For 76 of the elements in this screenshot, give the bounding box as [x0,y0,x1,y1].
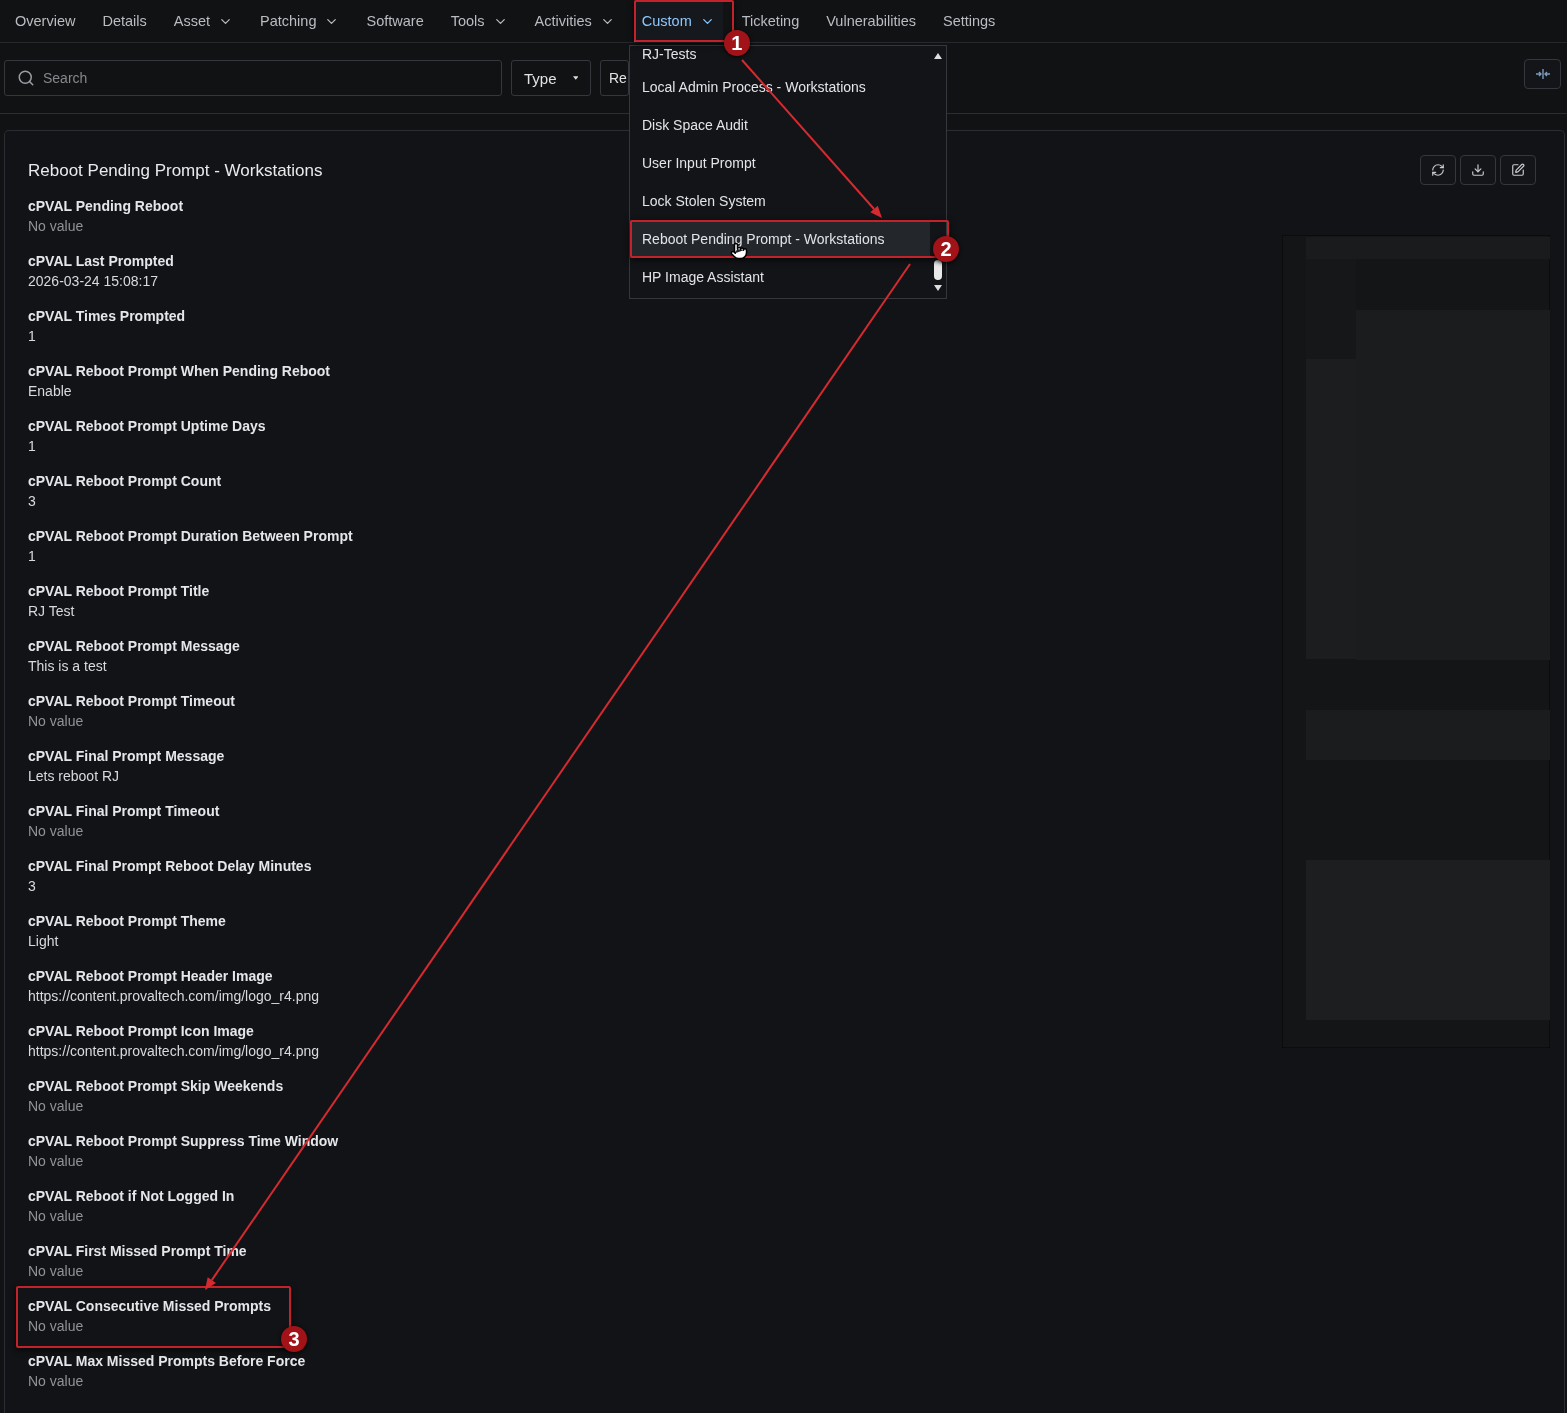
nav-tab[interactable]: Activities [526,0,623,42]
menu-item[interactable]: Lock Stolen System [642,193,766,209]
field-value: No value [28,217,85,236]
menu-item[interactable]: Disk Space Audit [642,117,748,133]
search-icon [17,69,35,87]
field-value: 1 [28,547,37,566]
field-label: cPVAL Reboot Prompt Skip Weekends [28,1077,284,1096]
scroll-thumb[interactable] [934,260,942,280]
field-label: cPVAL Reboot Prompt Duration Between Prompt [28,527,353,546]
menu-item[interactable]: RJ-Tests [642,46,697,62]
type-dropdown[interactable]: Type [511,60,591,96]
field-value: No value [28,822,85,841]
field-label: cPVAL Final Prompt Message [28,747,225,766]
field-value: Lets reboot RJ [28,767,121,786]
field-label: cPVAL Reboot Prompt Message [28,637,240,656]
field-value: No value [28,1097,85,1116]
field-value: 3 [28,877,37,896]
nav-tab[interactable]: Tools [442,0,516,42]
callout-badge: 3 [281,1326,307,1352]
callout-badge: 2 [933,236,959,262]
field-label: cPVAL Consecutive Missed Prompts [28,1297,271,1316]
nav-tab[interactable]: Overview [7,0,84,42]
field-value: No value [28,712,85,731]
collapse-button[interactable] [1524,59,1561,89]
caret-icon [572,75,578,81]
edit-button[interactable] [1500,155,1536,185]
field-value: This is a test [28,657,108,676]
field-value: 3 [28,492,37,511]
field-label: cPVAL Reboot if Not Logged In [28,1187,235,1206]
field-label: cPVAL Reboot Prompt Header Image [28,967,274,986]
field-label: cPVAL Reboot Prompt Count [28,472,222,491]
download-icon [1471,163,1485,177]
field-value: https://content.provaltech.com/img/logo_r4.png [28,1042,320,1061]
nav-tab[interactable]: Settings [934,0,1004,42]
field-label: cPVAL Reboot Prompt Icon Image [28,1022,255,1041]
refresh-button[interactable] [1420,155,1456,185]
refresh-icon [1431,163,1445,177]
field-label: cPVAL Reboot Prompt When Pending Reboot [28,362,331,381]
field-label: cPVAL Reboot Prompt Theme [28,912,226,931]
field-value: https://content.provaltech.com/img/logo_r4.png [28,987,320,1006]
field-label: cPVAL Reboot Prompt Uptime Days [28,417,266,436]
field-value: 2026-03-24 15:08:17 [28,272,159,291]
field-value: No value [28,1207,85,1226]
field-label: cPVAL Reboot Prompt Title [28,582,210,601]
filter-dropdown[interactable]: Re [600,60,629,96]
edit-icon [1511,163,1525,177]
menu-item[interactable]: HP Image Assistant [642,269,764,285]
nav-tab[interactable]: Software [358,0,432,42]
field-value: RJ Test [28,602,76,621]
card-title: Reboot Pending Prompt - Workstations [28,160,323,182]
scroll-down-icon[interactable] [933,284,943,292]
search-field[interactable]: Search [4,60,502,96]
scroll-up-icon[interactable] [933,52,943,60]
field-label: cPVAL Final Prompt Reboot Delay Minutes [28,857,312,876]
field-label: cPVAL Final Prompt Timeout [28,802,220,821]
callout-badge: 1 [723,30,750,56]
field-label: cPVAL Reboot Prompt Timeout [28,692,235,711]
download-button[interactable] [1460,155,1496,185]
nav-tab[interactable]: Details [94,0,155,42]
nav-tab[interactable]: Patching [252,0,348,42]
menu-item[interactable]: User Input Prompt [642,155,756,171]
field-label: cPVAL Last Prompted [28,252,174,271]
field-label: cPVAL Pending Reboot [28,197,184,216]
field-value: 1 [28,327,37,346]
collapse-icon [1534,68,1551,80]
field-label: cPVAL Max Missed Prompts Before Force [28,1352,306,1371]
field-label: cPVAL Times Prompted [28,307,186,326]
field-value: No value [28,1372,85,1391]
field-value: No value [28,1262,85,1281]
field-value: Light [28,932,60,951]
nav-tab[interactable]: Vulnerabilities [818,0,924,42]
field-value: No value [28,1317,85,1336]
nav-tab[interactable]: Asset [165,0,242,42]
field-value: Enable [28,382,73,401]
field-value: No value [28,1152,85,1171]
field-value: 1 [28,437,37,456]
